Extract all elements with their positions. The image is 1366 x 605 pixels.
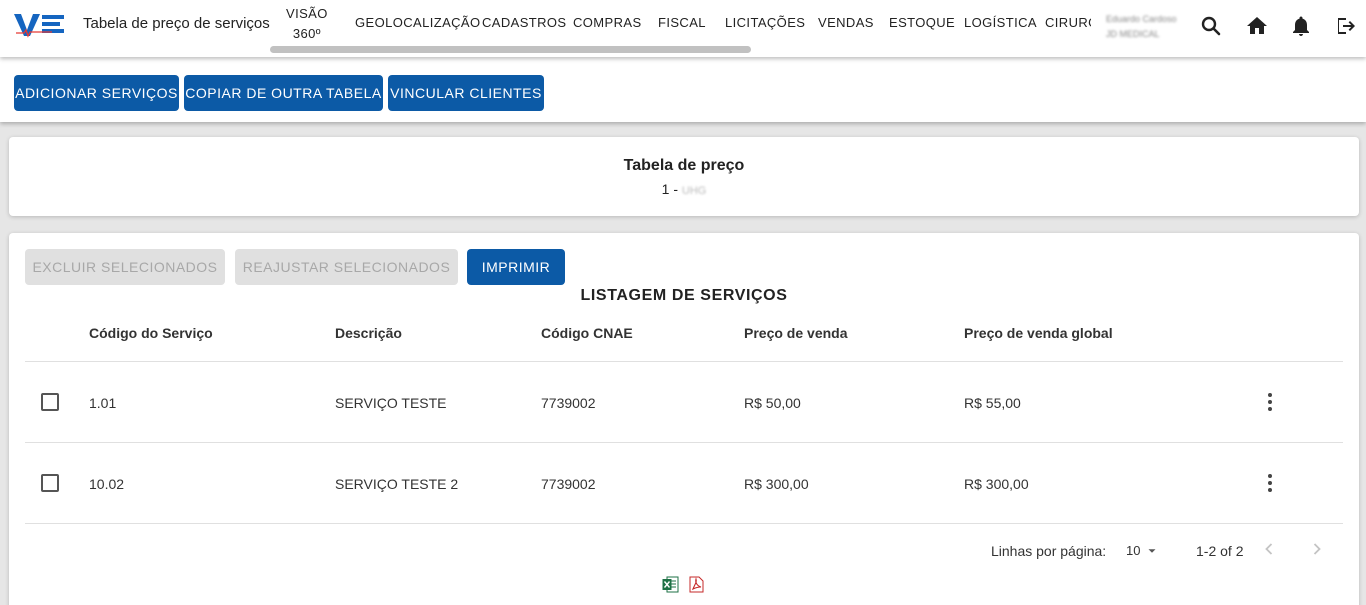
services-listing-card: EXCLUIR SELECIONADOS REAJUSTAR SELECIONA… [9, 233, 1359, 605]
print-button[interactable]: IMPRIMIR [467, 249, 565, 285]
cell-cnae: 7739002 [541, 476, 596, 492]
page-title: Tabela de preço de serviços [83, 15, 270, 32]
price-table-name: UHG [681, 185, 707, 197]
nav-item-compras[interactable]: COMPRAS [573, 15, 642, 30]
user-company: JD MEDICAL [1106, 29, 1160, 39]
rows-per-page-select[interactable]: 10 [1125, 541, 1169, 561]
nav-item-logistica[interactable]: LOGÍSTICA [964, 15, 1037, 30]
delete-selected-button[interactable]: EXCLUIR SELECIONADOS [25, 249, 225, 285]
more-vert-icon[interactable] [1258, 390, 1282, 414]
top-bar: Tabela de preço de serviços VISÃO 360º G… [0, 0, 1366, 57]
column-header-price[interactable]: Preço de venda [744, 325, 848, 341]
row-checkbox[interactable] [41, 474, 59, 492]
cell-description: SERVIÇO TESTE [335, 395, 447, 411]
price-table-subtitle: 1 - UHG [9, 181, 1359, 197]
row-divider [25, 442, 1343, 443]
cell-global-price: R$ 55,00 [964, 395, 1021, 411]
listing-title: LISTAGEM DE SERVIÇOS [580, 287, 788, 304]
chevron-left-icon[interactable] [1259, 539, 1279, 559]
adjust-selected-button[interactable]: REAJUSTAR SELECIONADOS [235, 249, 458, 285]
price-table-id: 1 - [661, 181, 678, 197]
nav-item-geolocalizacao[interactable]: GEOLOCALIZAÇÃO [355, 15, 481, 30]
more-vert-icon[interactable] [1258, 471, 1282, 495]
nav-item-cirurg[interactable]: CIRURG [1045, 15, 1091, 30]
excel-icon[interactable] [662, 576, 679, 593]
nav-item-licitacoes[interactable]: LICITAÇÕES [725, 15, 805, 30]
cell-code: 1.01 [89, 395, 117, 411]
price-table-title: Tabela de preço [623, 157, 745, 174]
row-divider [25, 523, 1343, 524]
chevron-right-icon[interactable] [1307, 539, 1327, 559]
user-info[interactable]: Eduardo Cardoso JD MEDICAL [1106, 12, 1177, 42]
nav-scrollbar[interactable] [270, 46, 751, 53]
nav-item-label: 360º [292, 26, 321, 41]
add-services-button[interactable]: ADICIONAR SERVIÇOS [14, 75, 179, 111]
column-header-cnae[interactable]: Código CNAE [541, 325, 633, 341]
nav-item-label: VISÃO [286, 6, 328, 21]
pagination-range: 1-2 of 2 [1196, 543, 1244, 559]
nav-item-cadastros[interactable]: CADASTROS [482, 15, 567, 30]
cell-code: 10.02 [89, 476, 125, 492]
rows-per-page-value: 10 [1126, 543, 1141, 558]
link-clients-button[interactable]: VINCULAR CLIENTES [388, 75, 544, 111]
cell-price: R$ 50,00 [744, 395, 801, 411]
column-header-global-price[interactable]: Preço de venda global [964, 325, 1113, 341]
cell-global-price: R$ 300,00 [964, 476, 1029, 492]
app-logo[interactable] [12, 10, 66, 40]
cell-price: R$ 300,00 [744, 476, 809, 492]
cell-cnae: 7739002 [541, 395, 596, 411]
user-name: Eduardo Cardoso [1106, 14, 1177, 24]
nav-item-visao-360[interactable]: VISÃO 360º [286, 4, 328, 44]
header-divider [25, 361, 1343, 362]
column-header-code[interactable]: Código do Serviço [89, 325, 213, 341]
rows-per-page-label: Linhas por página: [991, 543, 1107, 559]
bell-icon[interactable] [1289, 14, 1313, 38]
row-checkbox[interactable] [41, 393, 59, 411]
search-icon[interactable] [1199, 14, 1223, 38]
action-bar: ADICIONAR SERVIÇOS COPIAR DE OUTRA TABEL… [0, 57, 1366, 122]
nav-item-vendas[interactable]: VENDAS [818, 15, 874, 30]
column-header-description[interactable]: Descrição [335, 325, 402, 341]
cell-description: SERVIÇO TESTE 2 [335, 476, 459, 492]
pdf-icon[interactable] [689, 576, 704, 593]
arrow-drop-down-icon [1148, 549, 1156, 553]
copy-table-button[interactable]: COPIAR DE OUTRA TABELA [184, 75, 383, 111]
home-icon[interactable] [1245, 14, 1269, 38]
nav-item-fiscal[interactable]: FISCAL [658, 15, 706, 30]
price-table-card: Tabela de preço 1 - UHG [9, 137, 1359, 216]
nav-item-estoque[interactable]: ESTOQUE [889, 15, 955, 30]
logout-icon[interactable] [1333, 14, 1357, 38]
